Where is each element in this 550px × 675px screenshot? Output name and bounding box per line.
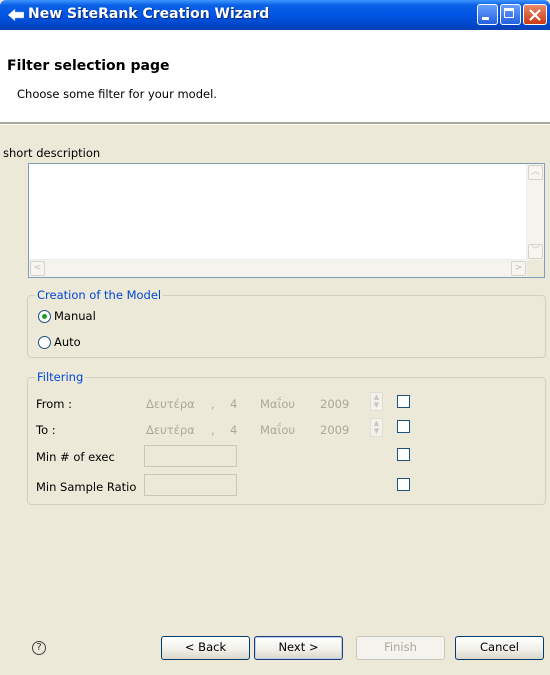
next-button[interactable]: Next > [254, 636, 343, 660]
creation-group: Creation of the Model [27, 288, 546, 358]
from-comma: , [211, 397, 215, 411]
auto-radio[interactable] [38, 336, 51, 349]
description-label: short description [3, 146, 101, 160]
min-sample-label: Min Sample Ratio [36, 480, 137, 494]
from-label: From : [36, 397, 73, 411]
wizard-header: Filter selection page Choose some filter… [0, 30, 550, 122]
to-label: To : [36, 423, 56, 437]
to-date-spinner[interactable]: ▲ ▼ [370, 418, 383, 437]
wizard-app-icon [8, 8, 24, 22]
manual-radio-label: Manual [54, 309, 96, 323]
maximize-button[interactable] [500, 4, 521, 25]
radio-selected-dot [42, 314, 47, 319]
to-month[interactable]: Μαΐου [260, 423, 295, 437]
help-icon[interactable]: ? [32, 641, 46, 655]
scroll-corner [527, 260, 544, 277]
maximize-icon [504, 8, 514, 18]
from-month[interactable]: Μαΐου [260, 397, 295, 411]
chevron-left-icon: < [33, 263, 42, 273]
horizontal-scrollbar[interactable]: < > [29, 259, 527, 277]
scroll-left-button[interactable]: < [30, 261, 45, 276]
close-icon [529, 9, 541, 21]
spin-down-icon: ▼ [373, 427, 380, 435]
from-year[interactable]: 2009 [320, 397, 349, 411]
from-day-name[interactable]: Δευτέρα [146, 397, 195, 411]
to-checkbox[interactable] [397, 420, 410, 433]
spin-up-icon: ▲ [373, 419, 380, 427]
chevron-up-icon: ︿ [530, 167, 540, 177]
from-date-spinner[interactable]: ▲ ▼ [370, 392, 383, 411]
chevron-down-icon: ﹀ [530, 246, 540, 256]
cancel-button[interactable]: Cancel [455, 636, 544, 660]
creation-legend: Creation of the Model [35, 288, 164, 302]
close-button[interactable] [523, 4, 547, 25]
window-title: New SiteRank Creation Wizard [28, 6, 270, 22]
scroll-right-button[interactable]: > [511, 261, 526, 276]
to-day-name[interactable]: Δευτέρα [146, 423, 195, 437]
spin-down-icon: ▼ [373, 401, 380, 409]
min-sample-checkbox[interactable] [397, 478, 410, 491]
minimize-icon [482, 17, 489, 20]
to-year[interactable]: 2009 [320, 423, 349, 437]
spin-up-icon: ▲ [373, 393, 380, 401]
scroll-down-button[interactable]: ﹀ [528, 244, 543, 259]
manual-radio[interactable] [38, 310, 51, 323]
back-button[interactable]: < Back [161, 636, 250, 660]
minimize-button[interactable] [477, 4, 498, 25]
page-subtitle: Choose some filter for your model. [17, 87, 217, 101]
min-exec-checkbox[interactable] [397, 448, 410, 461]
auto-radio-label: Auto [54, 335, 81, 349]
from-day[interactable]: 4 [230, 397, 237, 411]
to-day[interactable]: 4 [230, 423, 237, 437]
to-comma: , [211, 423, 215, 437]
from-checkbox[interactable] [397, 395, 410, 408]
scroll-up-button[interactable]: ︿ [528, 165, 543, 180]
min-exec-field[interactable] [144, 445, 237, 467]
filtering-legend: Filtering [35, 370, 86, 384]
description-textarea[interactable]: ︿ ﹀ < > [28, 163, 545, 278]
min-sample-field[interactable] [144, 474, 237, 496]
window-titlebar[interactable]: New SiteRank Creation Wizard [0, 0, 550, 30]
min-exec-label: Min # of exec [36, 450, 115, 464]
header-separator [0, 122, 550, 125]
chevron-right-icon: > [514, 263, 523, 273]
page-title: Filter selection page [7, 58, 170, 74]
finish-button[interactable]: Finish [356, 636, 445, 660]
vertical-scrollbar[interactable]: ︿ ﹀ [526, 164, 544, 260]
